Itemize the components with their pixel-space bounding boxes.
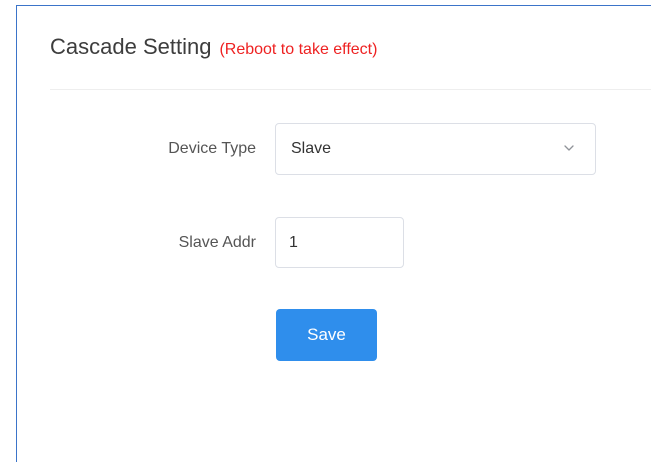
slave-addr-row: Slave Addr	[0, 217, 256, 268]
device-type-value: Slave	[291, 140, 332, 157]
device-type-label: Device Type	[168, 140, 256, 157]
reboot-notice: (Reboot to take effect)	[219, 41, 378, 58]
device-type-select[interactable]: Slave	[275, 123, 596, 175]
slave-addr-label: Slave Addr	[178, 233, 256, 251]
slave-addr-input[interactable]	[275, 217, 404, 268]
save-button[interactable]: Save	[276, 309, 377, 361]
header-divider	[50, 89, 651, 90]
settings-panel: Cascade Setting (Reboot to take effect) …	[0, 0, 651, 462]
page-title: Cascade Setting	[50, 34, 212, 59]
chevron-down-icon	[564, 145, 574, 151]
slave-addr-label-wrap: Slave Addr	[0, 217, 256, 268]
panel-header: Cascade Setting (Reboot to take effect)	[50, 34, 377, 74]
device-type-label-wrap: Device Type	[0, 123, 256, 175]
panel-border-top	[16, 5, 651, 6]
device-type-row: Device Type	[0, 123, 256, 175]
